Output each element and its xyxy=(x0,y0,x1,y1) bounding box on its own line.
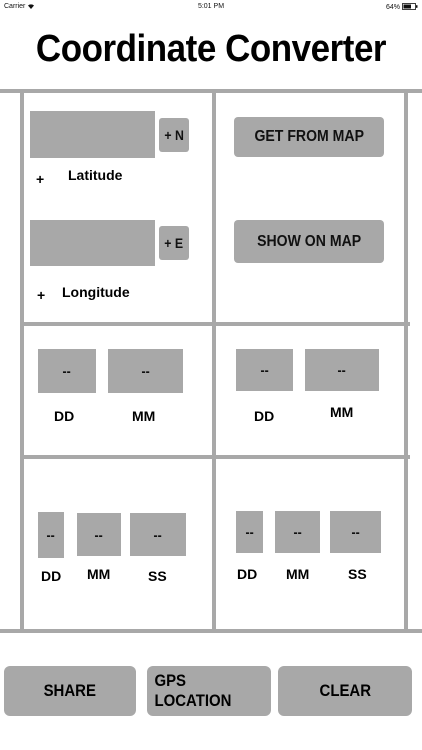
lon-dms-dd-label: DD xyxy=(237,566,258,582)
lon-dms-ss-value: -- xyxy=(330,511,381,553)
lon-dms-dd-value: -- xyxy=(236,511,263,553)
page-title: Coordinate Converter xyxy=(35,28,387,70)
lon-dd-value: -- xyxy=(236,349,293,391)
lon-mm-label: MM xyxy=(330,404,354,420)
lon-dms-mm-label: MM xyxy=(286,566,310,582)
clear-button[interactable]: CLEAR xyxy=(278,666,412,716)
lat-dms-ss-label: SS xyxy=(148,568,167,584)
latitude-label: Latitude xyxy=(68,167,123,183)
latitude-input[interactable] xyxy=(30,111,155,158)
share-button[interactable]: SHARE xyxy=(4,666,136,716)
battery-icon xyxy=(402,3,418,12)
lat-dd-label: DD xyxy=(54,408,75,424)
lat-mm-label: MM xyxy=(132,408,156,424)
battery-indicator: 64% xyxy=(386,3,418,12)
lat-dms-mm-value: -- xyxy=(77,513,121,556)
lat-hemisphere-toggle[interactable]: + N xyxy=(159,118,189,152)
lon-mm-value: -- xyxy=(305,349,379,391)
longitude-label: Longitude xyxy=(62,284,130,300)
lon-sign: + xyxy=(37,287,46,303)
show-on-map-button[interactable]: SHOW ON MAP xyxy=(234,220,384,263)
lon-hemisphere-toggle[interactable]: + E xyxy=(159,226,189,260)
lon-dd-label: DD xyxy=(254,408,275,424)
lat-sign: + xyxy=(36,171,45,187)
lat-dms-dd-value: -- xyxy=(38,512,64,558)
lat-dms-mm-label: MM xyxy=(87,566,111,582)
lat-dms-dd-label: DD xyxy=(41,568,62,584)
lon-dms-ss-label: SS xyxy=(348,566,367,582)
lat-dms-ss-value: -- xyxy=(130,513,186,556)
status-time: 5:01 PM xyxy=(197,3,225,10)
get-from-map-button[interactable]: GET FROM MAP xyxy=(234,117,384,157)
gps-location-button[interactable]: GPS LOCATION xyxy=(147,666,271,716)
lat-dd-value: -- xyxy=(38,349,96,393)
lon-dms-mm-value: -- xyxy=(275,511,320,553)
longitude-input[interactable] xyxy=(30,220,155,266)
lat-mm-value: -- xyxy=(108,349,183,393)
